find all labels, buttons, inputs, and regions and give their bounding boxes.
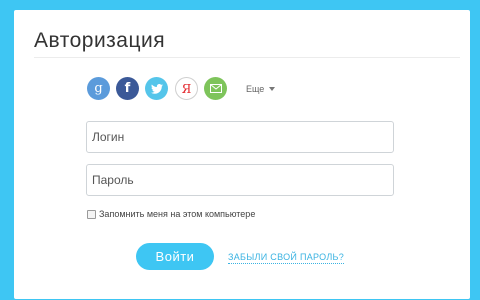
login-placeholder: Логин [92, 130, 125, 144]
twitter-icon [150, 83, 163, 94]
facebook-login-button[interactable]: f [116, 77, 139, 100]
login-card: Авторизация g f Я Еще Логин Пароль Запом… [14, 10, 470, 299]
more-providers-dropdown[interactable]: Еще [246, 84, 276, 94]
page-title: Авторизация [34, 29, 166, 52]
mail-login-button[interactable] [204, 77, 227, 100]
title-divider [34, 57, 460, 58]
mail-icon [209, 84, 222, 93]
login-field[interactable]: Логин [86, 121, 394, 153]
facebook-icon: f [124, 81, 131, 96]
chevron-down-icon [269, 87, 276, 91]
google-icon: g [94, 81, 103, 96]
password-placeholder: Пароль [92, 173, 134, 187]
yandex-login-button[interactable]: Я [175, 77, 198, 100]
remember-me[interactable]: Запомнить меня на этом компьютере [87, 209, 255, 219]
twitter-login-button[interactable] [145, 77, 168, 100]
yandex-icon: Я [181, 81, 192, 96]
google-login-button[interactable]: g [87, 77, 110, 100]
remember-checkbox[interactable] [87, 209, 96, 219]
more-label: Еще [246, 84, 265, 94]
password-field[interactable]: Пароль [86, 164, 394, 196]
forgot-password-link[interactable]: ЗАБЫЛИ СВОЙ ПАРОЛЬ? [228, 252, 345, 264]
remember-label: Запомнить меня на этом компьютере [99, 209, 256, 219]
login-button[interactable]: Войти [136, 243, 214, 270]
